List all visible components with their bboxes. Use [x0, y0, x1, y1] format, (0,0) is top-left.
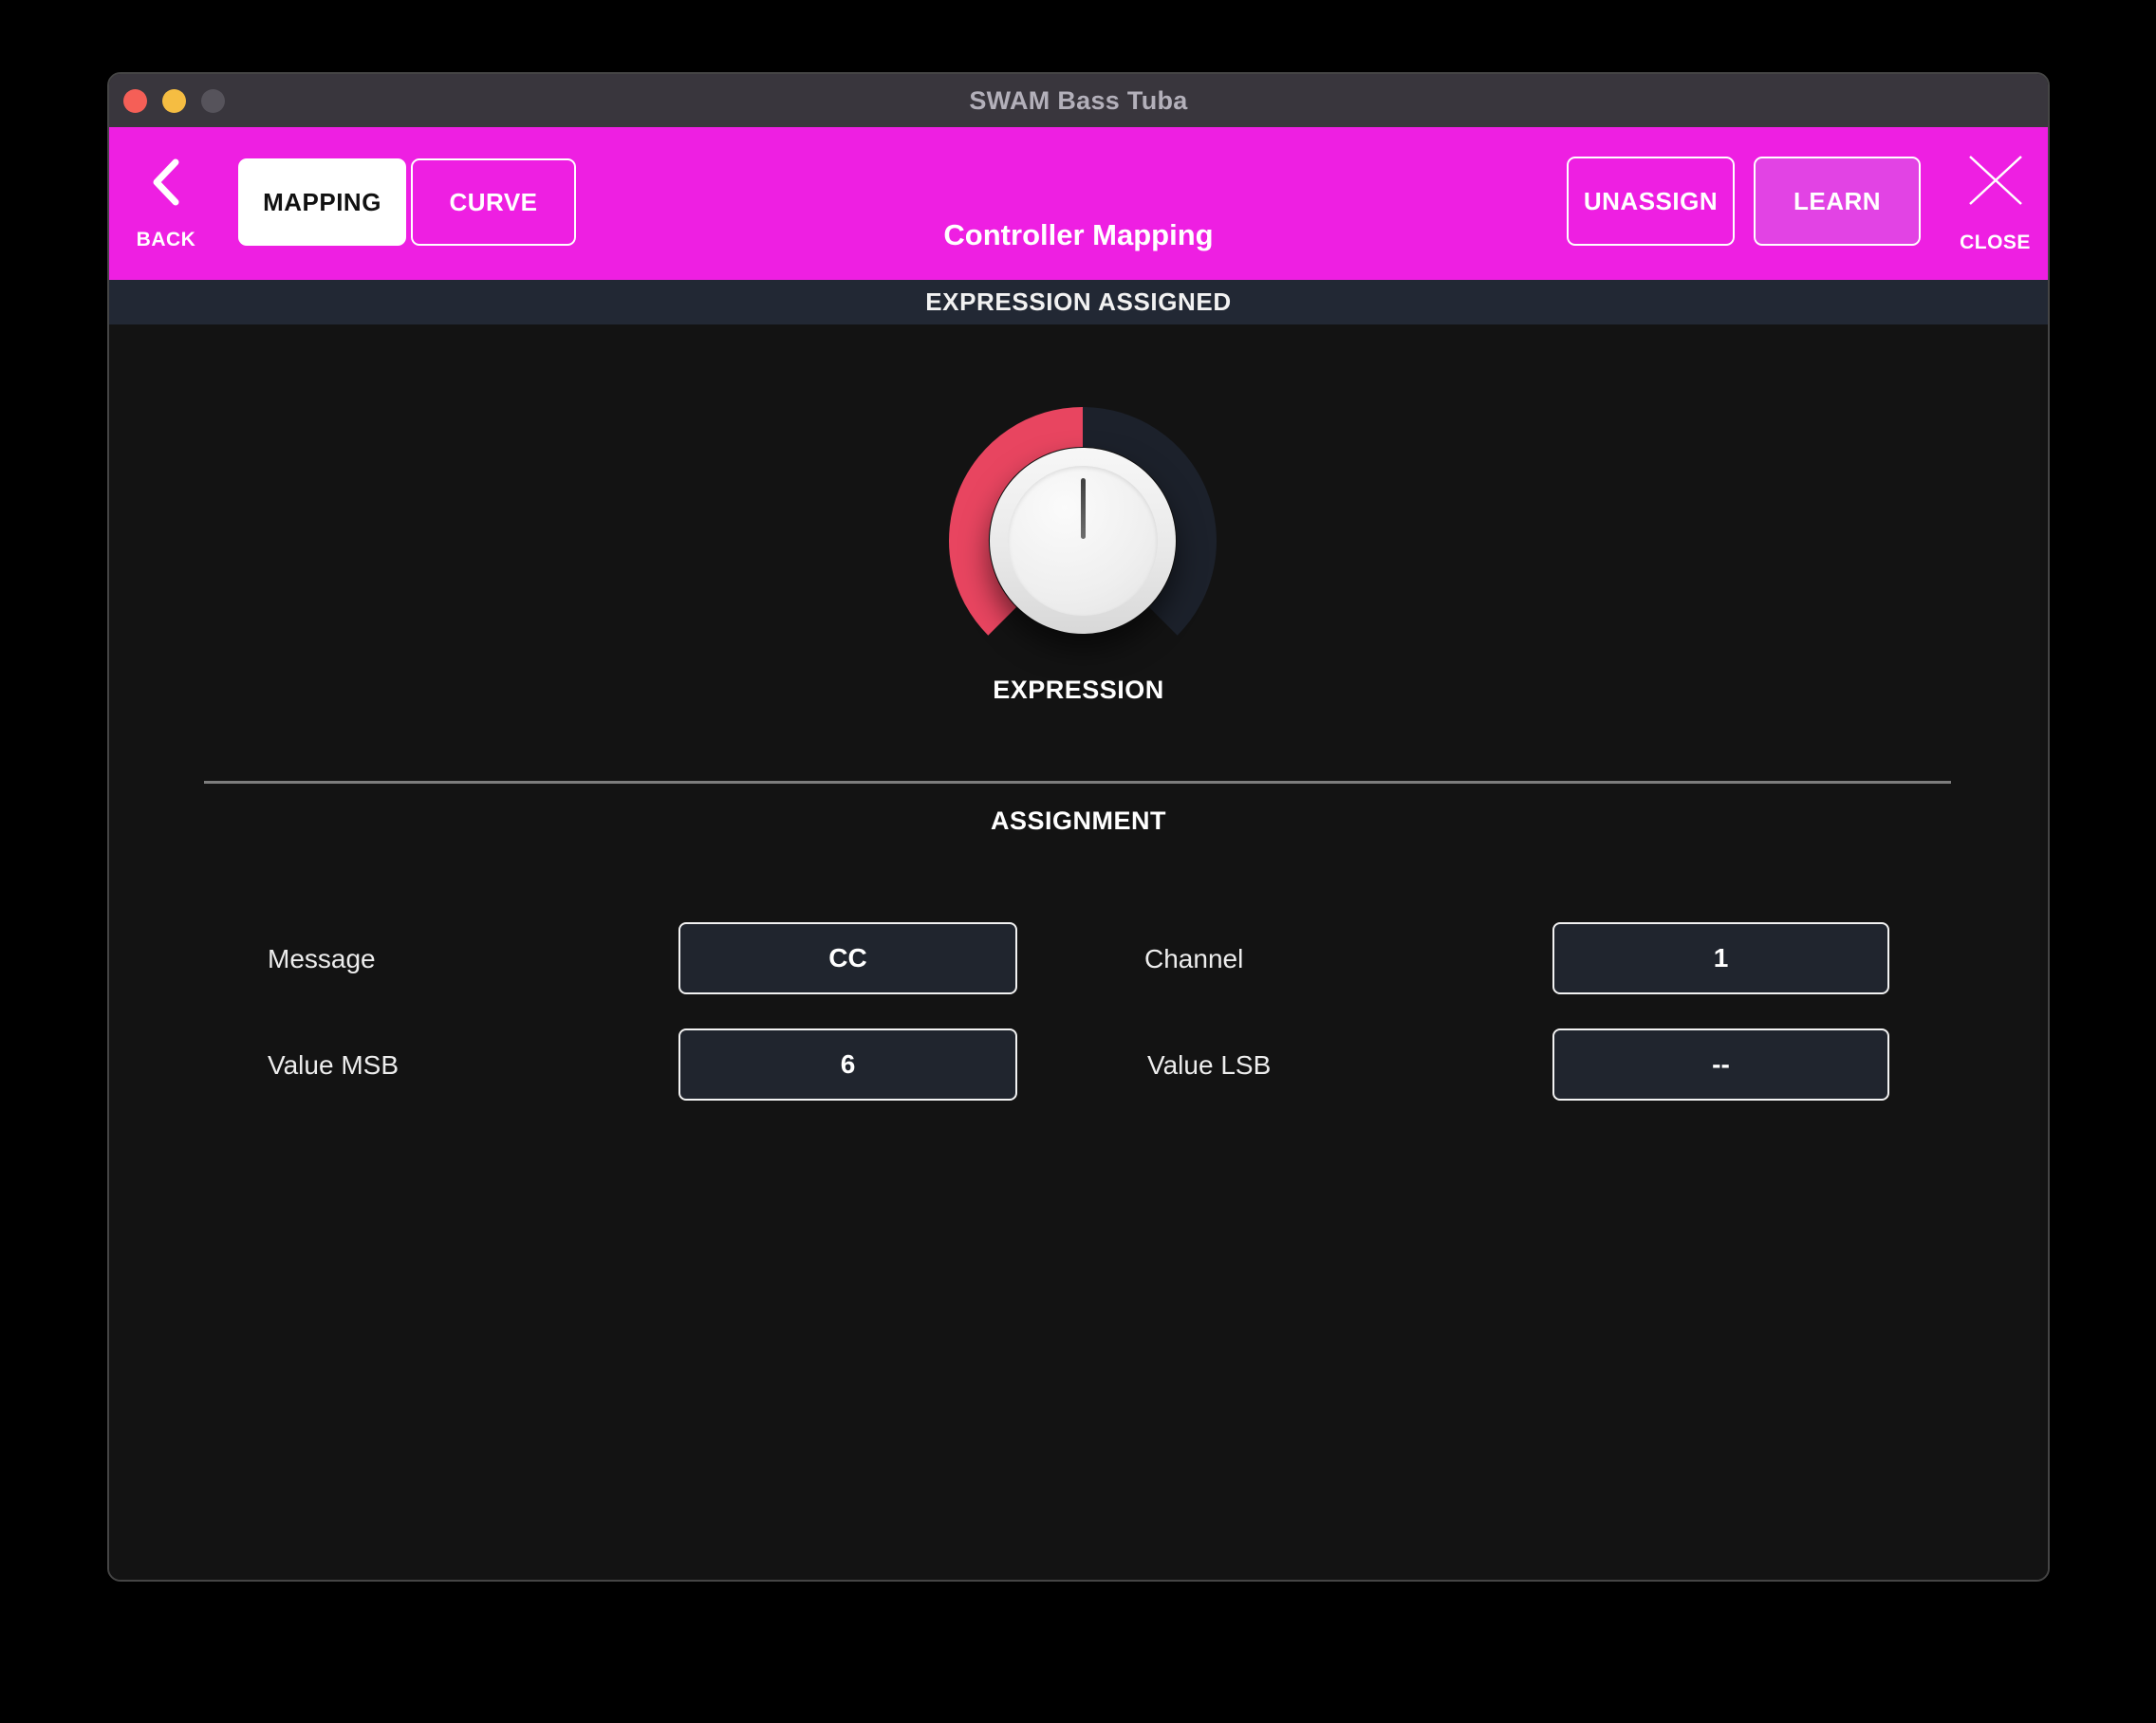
value-lsb-field[interactable]: --: [1552, 1028, 1889, 1101]
learn-button-label: LEARN: [1794, 187, 1881, 216]
close-x-icon: [1966, 154, 2025, 207]
window-close-button[interactable]: [123, 89, 147, 113]
app-window: SWAM Bass Tuba BACK MAPPING CURVE Contro…: [107, 72, 2050, 1582]
channel-field-value: 1: [1714, 943, 1729, 973]
controller-mapping-header: BACK MAPPING CURVE Controller Mapping UN…: [109, 127, 2048, 280]
message-field[interactable]: CC: [678, 922, 1017, 994]
close-button[interactable]: CLOSE: [1950, 127, 2040, 280]
window-zoom-button: [201, 89, 225, 113]
value-msb-field-value: 6: [841, 1049, 856, 1080]
value-msb-field[interactable]: 6: [678, 1028, 1017, 1101]
close-button-label: CLOSE: [1960, 232, 2031, 254]
back-button[interactable]: BACK: [119, 127, 214, 280]
channel-field-label: Channel: [1144, 944, 1243, 974]
window-titlebar: SWAM Bass Tuba: [109, 74, 2048, 127]
value-lsb-field-label: Value LSB: [1147, 1050, 1271, 1081]
unassign-button[interactable]: UNASSIGN: [1567, 157, 1735, 246]
value-lsb-field-value: --: [1712, 1049, 1730, 1080]
mapping-content: EXPRESSION ASSIGNMENT Message CC Channel…: [109, 324, 2048, 1582]
message-field-value: CC: [828, 943, 866, 973]
unassign-button-label: UNASSIGN: [1584, 187, 1718, 216]
window-title: SWAM Bass Tuba: [969, 86, 1187, 116]
window-minimize-button[interactable]: [162, 89, 186, 113]
section-divider: [204, 781, 1951, 784]
assignment-status-text: EXPRESSION ASSIGNED: [925, 287, 1232, 317]
message-field-label: Message: [268, 944, 376, 974]
knob-label: EXPRESSION: [109, 676, 2048, 705]
assignment-status-bar: EXPRESSION ASSIGNED: [109, 280, 2048, 324]
tab-curve-label: CURVE: [449, 188, 537, 217]
chevron-left-icon: [149, 157, 183, 208]
learn-button[interactable]: LEARN: [1754, 157, 1921, 246]
traffic-lights: [123, 89, 225, 113]
knob-pointer: [1081, 478, 1086, 539]
value-msb-field-label: Value MSB: [268, 1050, 399, 1081]
assignment-section-title: ASSIGNMENT: [109, 806, 2048, 836]
expression-knob[interactable]: [940, 398, 1225, 683]
tab-mapping-label: MAPPING: [263, 188, 381, 217]
channel-field[interactable]: 1: [1552, 922, 1889, 994]
